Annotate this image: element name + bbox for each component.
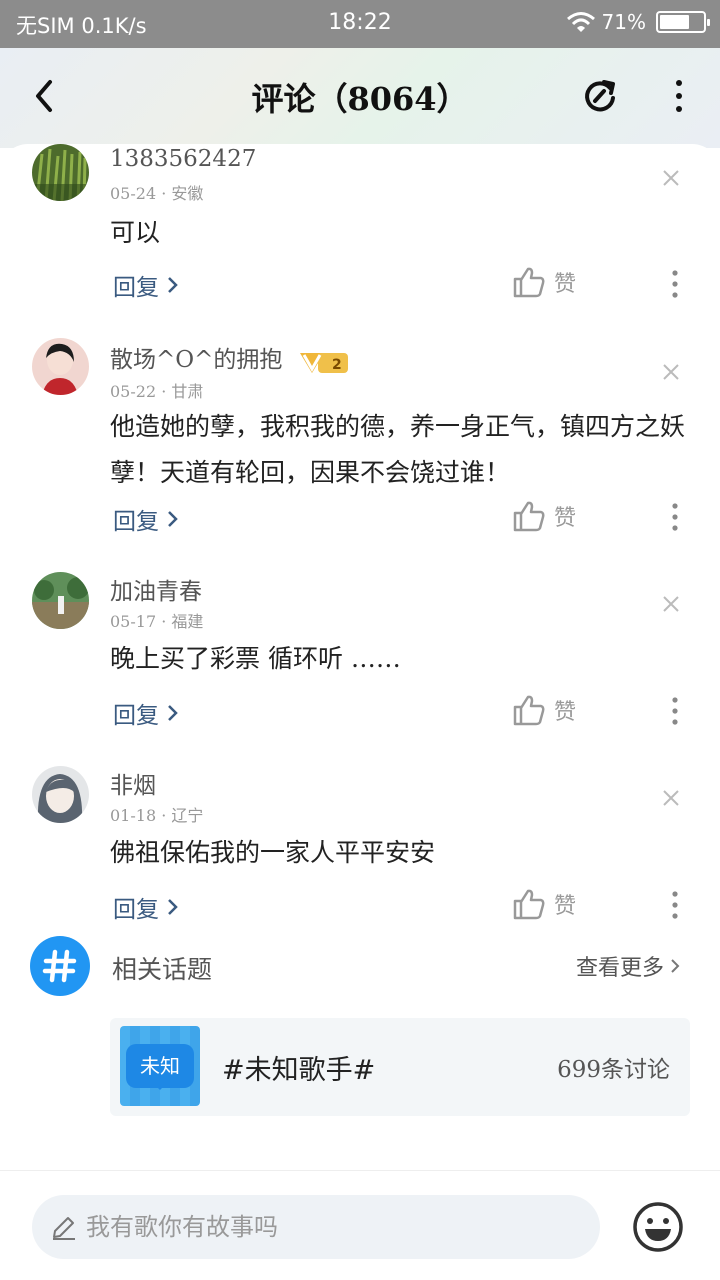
comment-date: 01-18: [110, 806, 157, 825]
comment-text: 他造她的孽，我积我的德，养一身正气，镇四方之妖孽！天道有轮回，因果不会饶过谁！: [110, 412, 686, 487]
avatar[interactable]: [32, 338, 89, 395]
thumbs-up-icon: [513, 695, 545, 726]
avatar[interactable]: [32, 572, 89, 629]
reply-button[interactable]: 回复: [113, 890, 179, 924]
close-icon[interactable]: [661, 362, 681, 382]
emoji-icon[interactable]: [632, 1201, 684, 1253]
reply-button[interactable]: 回复: [113, 502, 179, 536]
username[interactable]: 非烟: [110, 766, 156, 800]
comment-text: 晚上买了彩票 循环听 ……: [110, 644, 401, 673]
comment-location: 甘肃: [171, 382, 204, 401]
comment-location: 福建: [171, 612, 204, 631]
like-label: 赞: [554, 700, 577, 725]
username[interactable]: 1383562427: [110, 146, 256, 172]
chevron-right-icon: [168, 899, 178, 915]
reply-label: 回复: [113, 897, 159, 923]
vip-badge-icon: 2: [299, 353, 348, 373]
see-more-label: 查看更多: [575, 956, 664, 981]
like-label: 赞: [554, 506, 577, 531]
reply-label: 回复: [113, 703, 159, 729]
like-label: 赞: [554, 272, 577, 297]
reply-button[interactable]: 回复: [113, 696, 179, 730]
comment-input[interactable]: [86, 1195, 586, 1259]
username[interactable]: 加油青春: [110, 572, 202, 606]
like-button[interactable]: 赞: [512, 500, 576, 532]
see-more-link[interactable]: 查看更多: [576, 950, 680, 982]
comment-item: 1383562427 05-24 · 安徽 可以 回复 赞: [0, 144, 720, 314]
comment-text: 佛祖保佑我的一家人平平安安: [110, 838, 436, 867]
topic-title: #未知歌手#: [222, 1055, 376, 1086]
username-text: 散场^O^的拥抱: [110, 347, 283, 373]
like-label: 赞: [554, 894, 577, 919]
avatar[interactable]: [32, 766, 89, 823]
close-icon[interactable]: [661, 788, 681, 808]
comment-location: 辽宁: [171, 806, 204, 825]
comment-date: 05-22: [110, 382, 157, 401]
share-icon[interactable]: [580, 76, 620, 116]
thumbs-up-icon: [513, 267, 545, 298]
wifi-icon: [566, 12, 595, 32]
close-icon[interactable]: [661, 168, 681, 188]
reply-label: 回复: [113, 275, 159, 301]
thumbs-up-icon: [513, 501, 545, 532]
comment-more-icon[interactable]: [670, 269, 680, 299]
avatar-image: [32, 766, 89, 823]
comment-text: 可以: [110, 218, 161, 247]
pencil-icon: [53, 1217, 75, 1240]
comment-date: 05-17: [110, 612, 157, 631]
chevron-right-icon: [168, 277, 178, 293]
topic-card[interactable]: 未知 #未知歌手# 699条讨论: [110, 1018, 690, 1116]
topic-discussion-count: 699条讨论: [557, 1057, 670, 1083]
chevron-right-icon: [671, 959, 680, 973]
battery-percent: 71%: [601, 10, 646, 34]
comment-input-bar: [0, 1170, 720, 1280]
comments-panel: 1383562427 05-24 · 安徽 可以 回复 赞 散场^O^的拥抱 2…: [0, 144, 720, 1172]
hashtag-icon: [30, 936, 90, 996]
comment-meta: 05-22 · 甘肃: [110, 382, 204, 401]
chevron-right-icon: [168, 511, 178, 527]
related-topics-label: 相关话题: [112, 955, 213, 984]
comment-date: 05-24: [110, 184, 157, 203]
comment-meta: 01-18 · 辽宁: [110, 806, 204, 825]
thumbs-up-icon: [513, 889, 545, 920]
avatar[interactable]: [32, 144, 89, 201]
header: 评论（8064）: [0, 48, 720, 148]
like-button[interactable]: 赞: [512, 266, 576, 298]
comment-item: 非烟 01-18 · 辽宁 佛祖保佑我的一家人平平安安 回复 赞: [0, 766, 720, 936]
like-button[interactable]: 赞: [512, 694, 576, 726]
comment-meta: 05-17 · 福建: [110, 612, 204, 631]
status-bar: 无SIM 0.1K/s 18:22 71%: [0, 0, 720, 48]
close-icon[interactable]: [661, 594, 681, 614]
vip-level: 2: [332, 357, 342, 373]
username[interactable]: 散场^O^的拥抱 2: [110, 340, 350, 375]
comment-input-box[interactable]: [32, 1195, 600, 1259]
comment-more-icon[interactable]: [670, 890, 680, 920]
chevron-right-icon: [168, 705, 178, 721]
comment-more-icon[interactable]: [670, 502, 680, 532]
topic-thumbnail: 未知: [120, 1026, 200, 1106]
related-topics-header: 相关话题 查看更多: [0, 936, 720, 1000]
avatar-image: [32, 338, 89, 395]
reply-label: 回复: [113, 509, 159, 535]
comment-more-icon[interactable]: [670, 696, 680, 726]
reply-button[interactable]: 回复: [113, 268, 179, 302]
avatar-image: [32, 144, 89, 201]
like-button[interactable]: 赞: [512, 888, 576, 920]
comment-item: 加油青春 05-17 · 福建 晚上买了彩票 循环听 …… 回复 赞: [0, 572, 720, 742]
battery-level: [660, 15, 689, 29]
comment-meta: 05-24 · 安徽: [110, 184, 204, 203]
comment-location: 安徽: [171, 184, 204, 203]
status-right: 71%: [566, 10, 710, 34]
avatar-image: [32, 572, 89, 629]
more-icon[interactable]: [668, 78, 690, 114]
topic-thumb-text: 未知: [126, 1044, 194, 1090]
comment-item: 散场^O^的拥抱 2 05-22 · 甘肃 他造她的孽，我积我的德，养一身正气，…: [0, 338, 720, 558]
battery-icon: [656, 11, 710, 33]
